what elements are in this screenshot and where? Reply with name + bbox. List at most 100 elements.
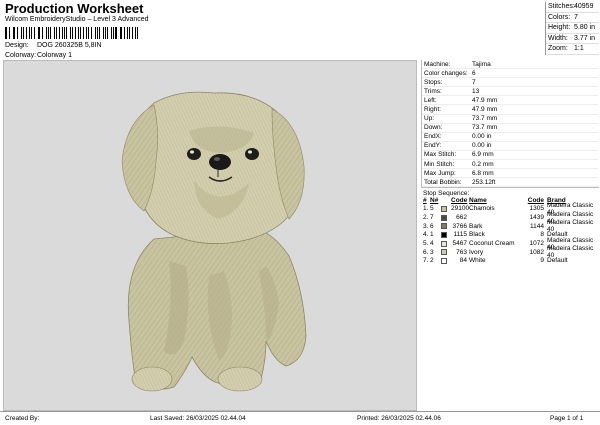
dog-eye-left bbox=[187, 148, 201, 160]
info-value: 47.9 mm bbox=[472, 106, 498, 114]
table-body: 1. 5 29100 Chamois 1305 Madeira Classic 40 2. 7… bbox=[421, 202, 598, 266]
swatch-square bbox=[441, 249, 447, 256]
info-value: 73.7 mm bbox=[472, 115, 498, 123]
table-row: 7. 2 84 White 9 Default bbox=[421, 257, 598, 266]
column-header: Name bbox=[469, 196, 487, 204]
thread-name: Black bbox=[469, 231, 485, 239]
swatch-square bbox=[441, 231, 447, 238]
machine-info-panel: Machine: Tajima Color changes: 6 Stops: 7 T… bbox=[421, 60, 598, 188]
info-label: Left: bbox=[424, 96, 437, 104]
stat-row-width: Width: 3.77 in bbox=[546, 34, 599, 44]
brand-code: 1144 bbox=[530, 222, 544, 230]
info-row-right: Right: 47.9 mm bbox=[422, 105, 598, 115]
needle-number: 7 bbox=[430, 214, 434, 222]
brand-code: 9 bbox=[540, 257, 544, 265]
info-label: Total Bobbin: bbox=[424, 178, 462, 186]
needle-number: 2 bbox=[430, 257, 434, 265]
row-number: 5. bbox=[423, 240, 429, 248]
colorway-line: Colorway: Colorway 1 bbox=[5, 52, 72, 59]
stat-row-colors: Colors: 7 bbox=[546, 13, 599, 23]
color-swatch bbox=[441, 231, 451, 238]
needle-number: 6 bbox=[430, 222, 434, 230]
colorway-label: Colorway: bbox=[5, 52, 37, 59]
page-footer: Created By: Last Saved: 26/03/2025 02.44… bbox=[0, 411, 600, 425]
thread-name: Ivory bbox=[469, 248, 484, 256]
stat-value: 1:1 bbox=[574, 45, 584, 53]
stop-sequence-table: # N# Code Name Code Brand 1. 5 29100 Chamoi… bbox=[421, 196, 598, 265]
info-row-total-bobbin: Total Bobbin: 253.12ft bbox=[422, 178, 598, 188]
dog-eye-right bbox=[245, 148, 259, 160]
dog-embroidery-image bbox=[121, 91, 307, 392]
row-number: 2. bbox=[423, 214, 429, 222]
stat-label: Zoom: bbox=[548, 45, 568, 53]
stat-row-zoom: Zoom: 1:1 bbox=[546, 44, 599, 55]
brand-code: 1305 bbox=[529, 205, 544, 213]
production-worksheet: Production Worksheet Wilcom EmbroiderySt… bbox=[0, 0, 600, 424]
info-value: 13 bbox=[472, 87, 480, 95]
info-row-max-jump: Max Jump: 6.8 mm bbox=[422, 169, 598, 179]
info-label: Max Stitch: bbox=[424, 151, 457, 159]
thread-code: 29100 bbox=[451, 205, 470, 213]
page-title: Production Worksheet bbox=[5, 1, 144, 16]
thread-code: 763 bbox=[456, 248, 467, 256]
stat-label: Stitches: bbox=[548, 3, 575, 11]
swatch-square bbox=[441, 223, 447, 230]
needle-number: 3 bbox=[430, 248, 434, 256]
stat-label: Height: bbox=[548, 24, 571, 32]
needle-number: 4 bbox=[430, 240, 434, 248]
row-number: 3. bbox=[423, 222, 429, 230]
color-swatch bbox=[441, 249, 451, 256]
thread-name: White bbox=[469, 257, 486, 265]
info-label: Trims: bbox=[424, 87, 442, 95]
info-row-color-changes: Color changes: 6 bbox=[422, 69, 598, 79]
info-label: Max Jump: bbox=[424, 169, 456, 177]
printed-date: Printed: 26/03/2025 02.44.06 bbox=[357, 415, 441, 422]
barcode bbox=[5, 27, 140, 39]
row-number: 7. bbox=[423, 257, 429, 265]
color-swatch bbox=[441, 223, 451, 230]
needle-number: 1 bbox=[430, 231, 434, 239]
info-row-machine: Machine: Tajima bbox=[422, 60, 598, 70]
table-row: 3. 6 3766 Bark 1144 Madeira Classic 40 bbox=[421, 219, 598, 233]
stat-label: Width: bbox=[548, 34, 568, 42]
stat-row-stitches: Stitches: 40959 bbox=[546, 2, 599, 13]
info-value: 0.00 in bbox=[472, 133, 492, 141]
info-label: Up: bbox=[424, 115, 435, 123]
info-row-trims: Trims: 13 bbox=[422, 87, 598, 97]
info-value: Tajima bbox=[472, 60, 491, 68]
needle-number: 5 bbox=[430, 205, 434, 213]
info-row-max-stitch: Max Stitch: 6.9 mm bbox=[422, 151, 598, 161]
info-row-endx: EndX: 0.00 in bbox=[422, 133, 598, 142]
info-label: Down: bbox=[424, 124, 443, 132]
brand-code: 1082 bbox=[529, 248, 544, 256]
info-label: Machine: bbox=[424, 60, 451, 68]
thread-name: Chamois bbox=[469, 205, 495, 213]
stat-value: 40959 bbox=[574, 3, 594, 11]
brand-code: 8 bbox=[540, 231, 544, 239]
stat-label: Colors: bbox=[548, 13, 571, 21]
info-row-down: Down: 73.7 mm bbox=[422, 124, 598, 133]
summary-stats: Stitches: 40959 Colors: 7 Height: 5.80 in W… bbox=[545, 2, 599, 55]
info-label: Stops: bbox=[424, 78, 443, 86]
info-value: 253.12ft bbox=[472, 178, 496, 186]
last-saved: Last Saved: 26/03/2025 02.44.04 bbox=[150, 415, 246, 422]
design-value: DOG 260325B 5,8IN bbox=[36, 42, 102, 49]
column-header: # bbox=[423, 196, 427, 204]
info-row-up: Up: 73.7 mm bbox=[422, 115, 598, 124]
info-row-stops: Stops: 7 bbox=[422, 78, 598, 88]
info-value: 0.2 mm bbox=[472, 160, 494, 168]
color-swatch bbox=[441, 240, 451, 247]
info-row-left: Left: 47.9 mm bbox=[422, 96, 598, 106]
table-row: 6. 3 763 Ivory 1082 Madeira Classic 40 bbox=[421, 245, 598, 259]
thread-code: 3766 bbox=[452, 222, 467, 230]
thread-brand: Default bbox=[547, 257, 568, 265]
info-value: 7 bbox=[472, 78, 476, 86]
thread-code: 1115 bbox=[453, 231, 468, 239]
row-number: 1. bbox=[423, 205, 429, 213]
row-number: 6. bbox=[423, 248, 429, 256]
dog-nose bbox=[209, 154, 231, 170]
column-header: N# bbox=[430, 196, 439, 204]
column-header: Code bbox=[451, 196, 468, 204]
swatch-square bbox=[441, 214, 447, 221]
thread-code: 84 bbox=[459, 257, 467, 265]
